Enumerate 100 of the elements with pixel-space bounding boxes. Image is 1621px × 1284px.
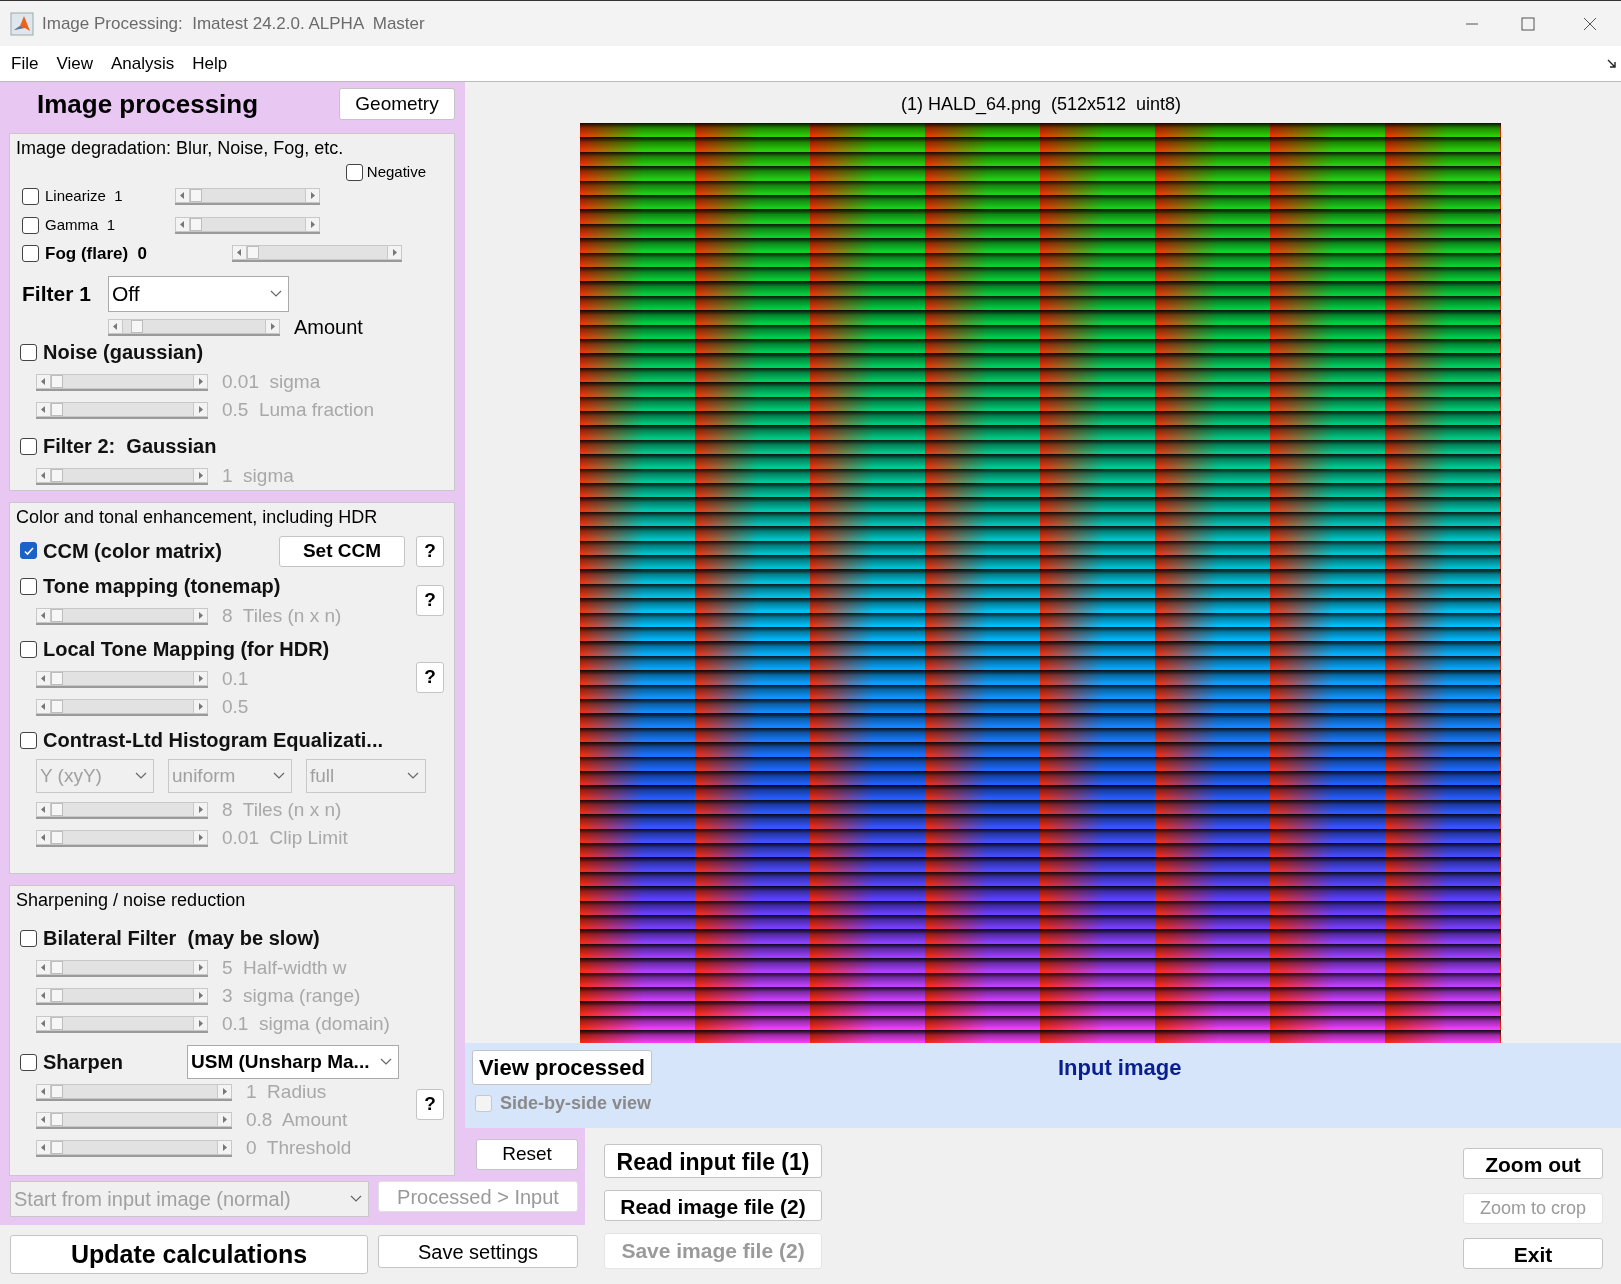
checkbox[interactable] [20,1053,37,1071]
reset-button[interactable]: Reset [476,1138,578,1170]
option-label: Bilateral Filter (may be slow) [43,926,320,951]
right-triangle-icon [198,963,203,971]
slider-value-label: 0.8 Amount [246,1107,348,1132]
scroll-left-button[interactable] [36,467,51,483]
left-triangle-icon [41,702,46,710]
scroll-right-button[interactable] [305,216,320,232]
left-triangle-icon [41,674,46,682]
save-settings-button[interactable]: Save settings [378,1235,578,1268]
file-button[interactable]: Read input file (1) [604,1144,822,1178]
scroll-left-button[interactable] [36,801,51,817]
scroll-left-button[interactable] [36,829,51,845]
scroll-right-button[interactable] [217,1111,232,1127]
help-button[interactable]: ? [416,1088,444,1120]
slider-value-label: 0 Threshold [246,1135,352,1160]
geometry-button[interactable]: Geometry [339,88,455,120]
file-button[interactable]: Read image file (2) [604,1190,822,1221]
right-triangle-icon [198,471,203,479]
scroll-left-button[interactable] [36,987,51,1003]
menu-item[interactable]: File [2,50,48,77]
scroll-left-button[interactable] [36,1111,51,1127]
checkbox[interactable] [20,640,37,658]
left-triangle-icon [41,611,46,619]
checkbox[interactable] [22,245,39,263]
scroll-right-button[interactable] [193,801,208,817]
left-triangle-icon [41,1143,46,1151]
scroll-left-button[interactable] [175,187,190,203]
checkbox[interactable] [20,542,37,559]
checkbox[interactable] [22,187,39,205]
scroll-right-button[interactable] [193,401,208,417]
option-label: Filter 2: Gaussian [43,434,217,459]
scroll-left-button[interactable] [36,1139,51,1155]
scroll-right-button[interactable] [265,318,280,334]
left-triangle-icon [41,471,46,479]
scroll-right-button[interactable] [193,698,208,714]
scroll-left-button[interactable] [108,318,123,334]
scroll-right-button[interactable] [193,1015,208,1031]
scroll-left-button[interactable] [36,1015,51,1031]
right-triangle-icon [198,674,203,682]
scroll-left-button[interactable] [232,245,247,261]
slider-value-label: 0.1 [222,666,249,691]
right-triangle-icon [392,249,397,257]
scroll-right-button[interactable] [217,1139,232,1155]
set-ccm-button[interactable]: Set CCM [279,536,405,567]
checkbox[interactable] [20,731,37,749]
view-button[interactable]: Zoom out [1463,1148,1603,1179]
right-triangle-icon [198,805,203,813]
scroll-left-button[interactable] [36,959,51,975]
option-label: CCM (color matrix) [43,538,222,564]
scroll-left-button[interactable] [36,698,51,714]
scroll-left-button[interactable] [36,1083,51,1099]
option-label: Negative [366,161,426,182]
scroll-right-button[interactable] [305,187,320,203]
right-triangle-icon [270,322,275,330]
scroll-right-button[interactable] [387,245,402,261]
scroll-left-button[interactable] [36,607,51,623]
option-label: Linearize 1 [45,186,123,207]
update-calculations-button[interactable]: Update calculations [10,1235,368,1274]
scroll-right-button[interactable] [193,670,208,686]
undock-arrow-icon[interactable] [1607,58,1617,69]
panel-title: Image processing [37,87,259,121]
scroll-right-button[interactable] [217,1083,232,1099]
right-triangle-icon [198,405,203,413]
help-button[interactable]: ? [416,584,444,616]
scroll-left-button[interactable] [36,401,51,417]
slider-thumb[interactable] [130,319,143,333]
scroll-right-button[interactable] [193,829,208,845]
scroll-right-button[interactable] [193,987,208,1003]
option-label: Noise (gaussian) [43,340,204,365]
right-triangle-icon [222,1143,227,1151]
scroll-left-button[interactable] [36,373,51,389]
view-button[interactable]: Exit [1463,1238,1603,1269]
scroll-right-button[interactable] [193,373,208,389]
checkbox[interactable] [20,929,37,947]
option-label: Side-by-side view [500,1091,652,1115]
checkbox[interactable] [22,216,39,234]
slider-thumb[interactable] [190,217,202,231]
option-label: Contrast-Ltd Histogram Equalizati... [43,728,384,753]
left-triangle-icon [180,191,185,199]
dropdown[interactable]: Off [108,276,289,312]
checkbox[interactable] [20,343,37,361]
dropdown[interactable]: USM (Unsharp Ma... [187,1045,400,1079]
checkbox[interactable] [345,163,363,181]
checkbox[interactable] [20,577,37,595]
scroll-right-button[interactable] [193,959,208,975]
slider-thumb[interactable] [247,246,259,260]
help-button[interactable]: ? [416,661,444,693]
scroll-left-button[interactable] [175,216,190,232]
menu-item[interactable]: View [47,50,102,77]
view-processed-button[interactable]: View processed [472,1050,652,1085]
menu-item[interactable]: Help [183,50,237,77]
menu-item[interactable]: Analysis [101,50,184,77]
scroll-left-button[interactable] [36,670,51,686]
slider-thumb[interactable] [190,188,202,202]
option-label: Fog (flare) 0 [45,242,147,265]
scroll-right-button[interactable] [193,467,208,483]
help-button[interactable]: ? [416,536,444,567]
scroll-right-button[interactable] [193,607,208,623]
checkbox[interactable] [20,437,37,455]
